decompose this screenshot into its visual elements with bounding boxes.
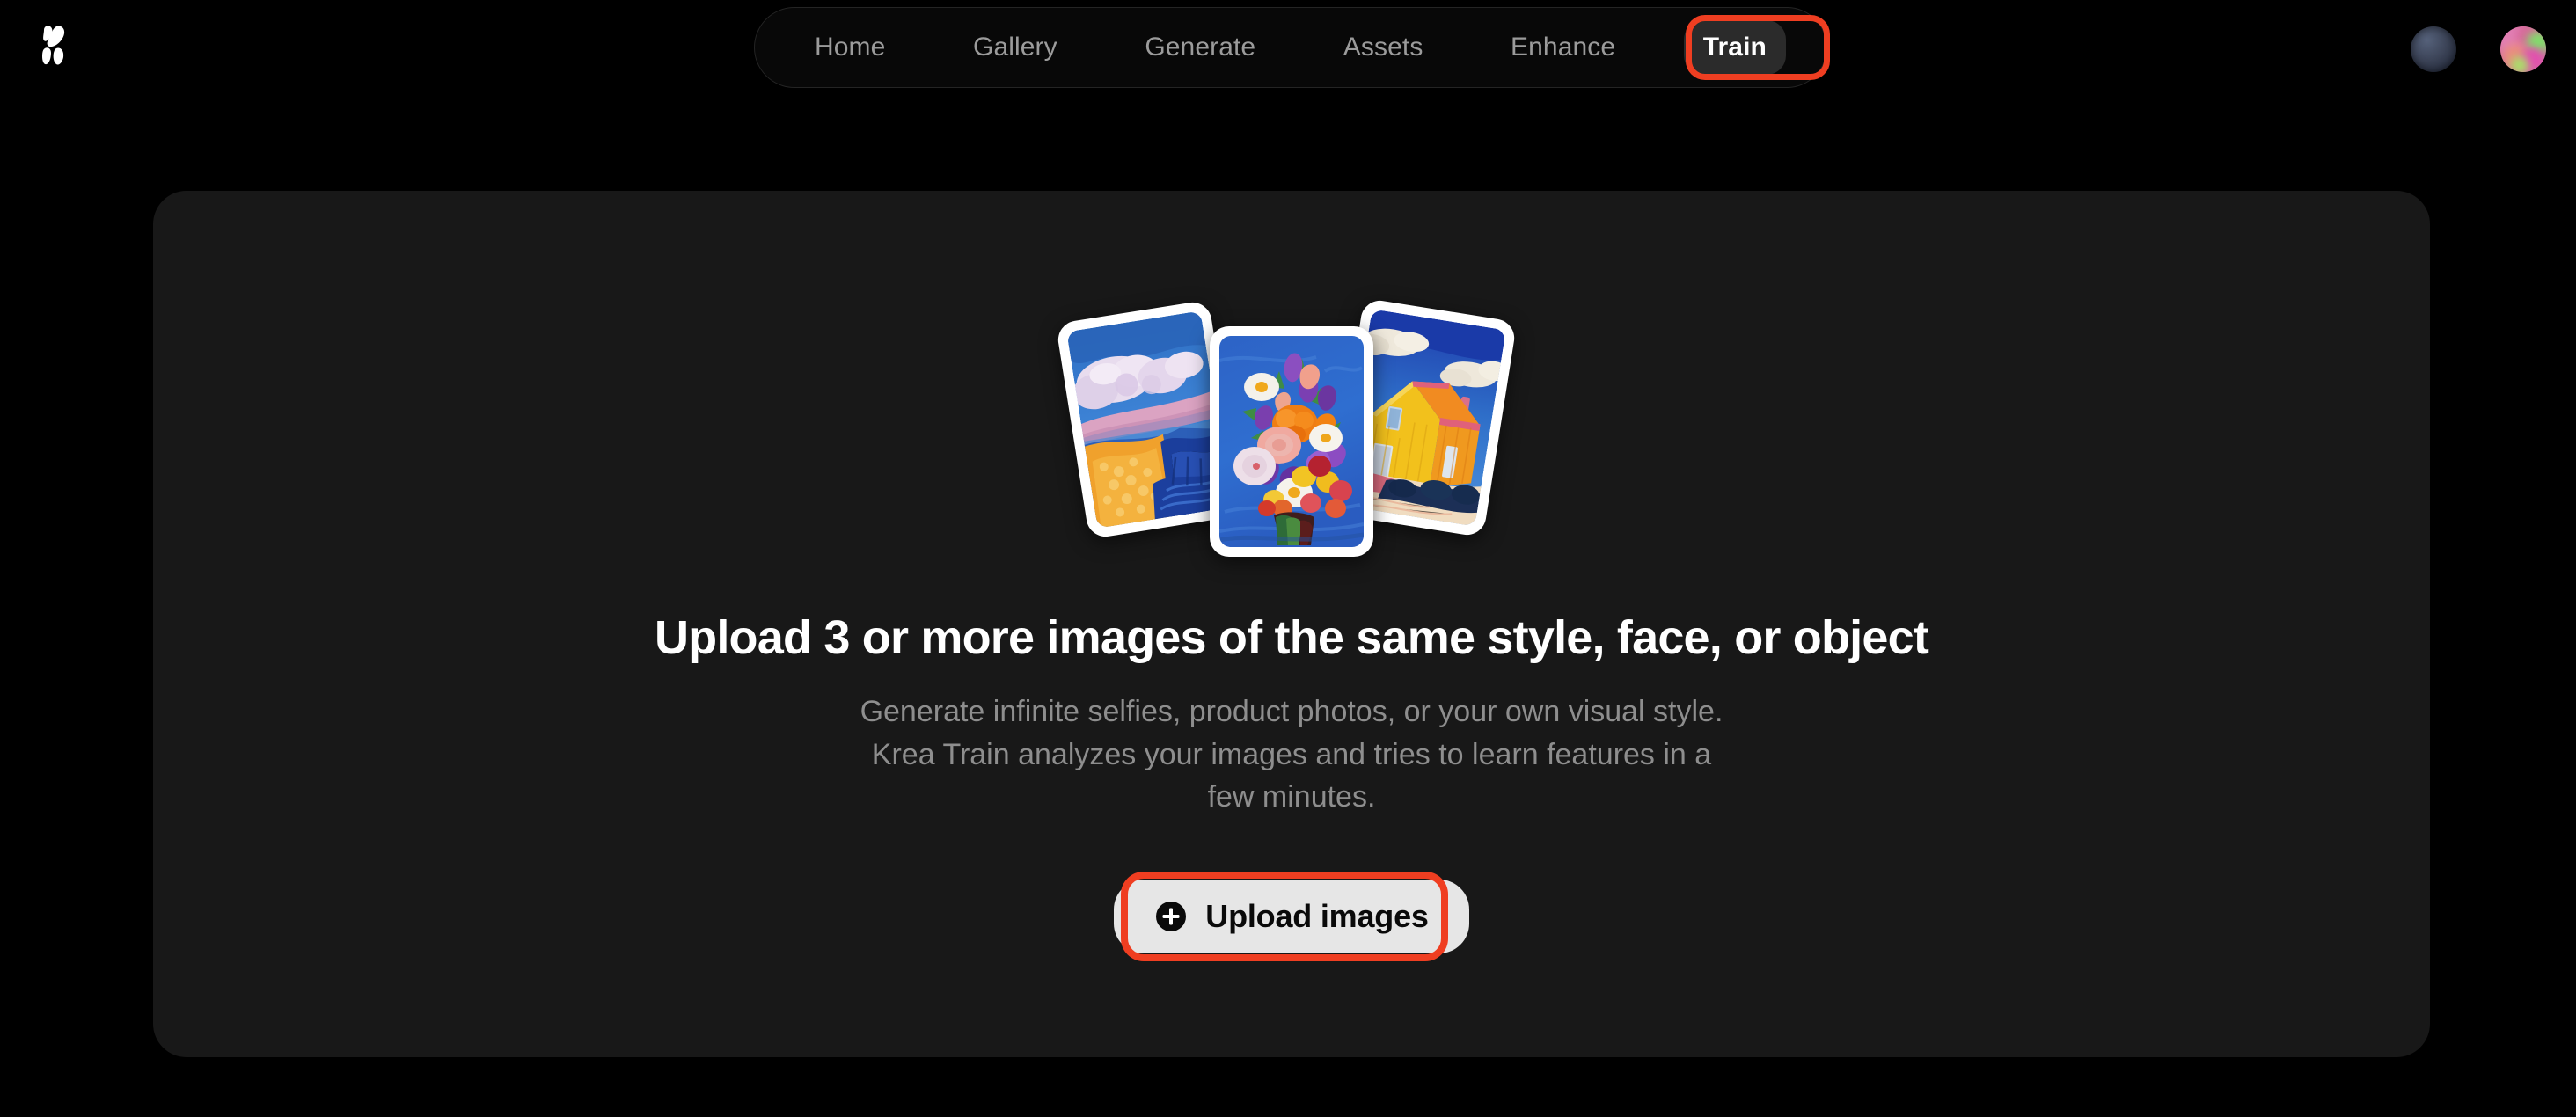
plus-circle-icon — [1154, 900, 1188, 933]
krea-logo-icon[interactable] — [26, 19, 79, 74]
upload-button-area: Upload images — [1114, 872, 1469, 962]
user-avatar-icon[interactable] — [2500, 26, 2546, 72]
nav-item-generate[interactable]: Generate — [1125, 20, 1275, 75]
page-title: Upload 3 or more images of the same styl… — [654, 611, 1929, 664]
nav-item-assets[interactable]: Assets — [1324, 20, 1443, 75]
nav-item-gallery[interactable]: Gallery — [954, 20, 1077, 75]
nav-item-home[interactable]: Home — [795, 20, 904, 75]
preview-image-stack — [1055, 297, 1518, 569]
main-navigation: Home Gallery Generate Assets Enhance Tra… — [754, 7, 1827, 88]
nav-item-enhance[interactable]: Enhance — [1491, 20, 1635, 75]
nav-item-train[interactable]: Train — [1683, 20, 1786, 75]
avatar-icon[interactable] — [2411, 26, 2456, 72]
upload-images-label: Upload images — [1205, 898, 1429, 935]
upload-images-button[interactable]: Upload images — [1114, 880, 1469, 954]
top-bar: Home Gallery Generate Assets Enhance Tra… — [0, 0, 2576, 95]
page-description: Generate infinite selfies, product photo… — [860, 695, 1723, 814]
train-empty-state-card: Upload 3 or more images of the same styl… — [153, 191, 2430, 1057]
preview-image-flowers-painting — [1210, 326, 1373, 557]
